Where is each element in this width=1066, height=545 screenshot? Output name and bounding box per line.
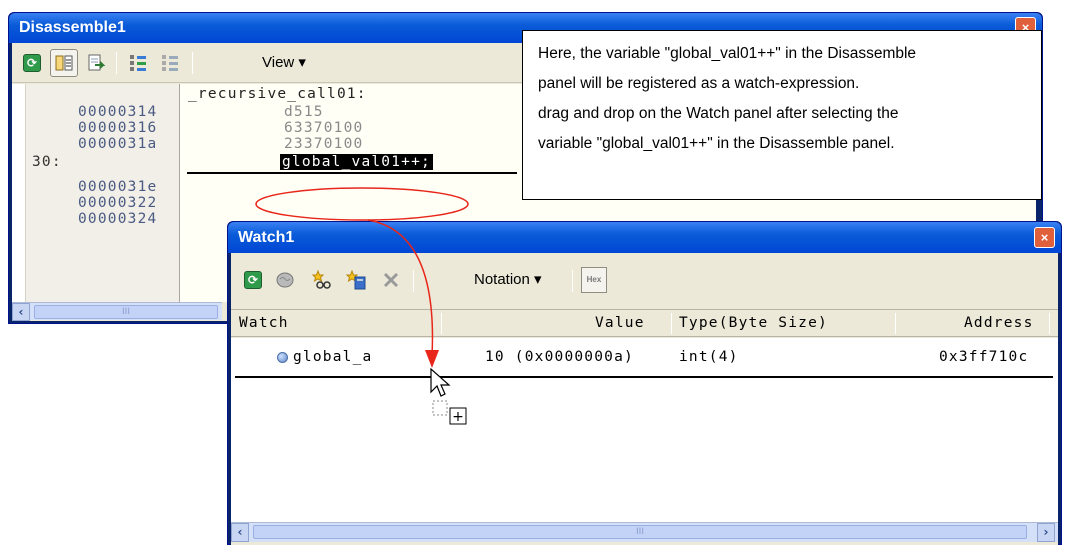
delete-icon bbox=[383, 272, 399, 288]
column-divider[interactable] bbox=[1049, 313, 1050, 334]
toolbar-separator bbox=[192, 52, 193, 74]
watch-name-cell: global_a bbox=[293, 349, 373, 365]
drag-cursor-icon bbox=[430, 368, 451, 397]
selected-expression[interactable]: global_val01++; bbox=[280, 154, 433, 170]
symbol-display-button[interactable] bbox=[50, 49, 78, 77]
watch-column-header: Watch Value Type(Byte Size) Address bbox=[231, 309, 1058, 337]
step-out-icon bbox=[162, 55, 178, 71]
refresh-button[interactable]: ⟳ bbox=[239, 266, 267, 294]
add-watch-button[interactable] bbox=[309, 266, 337, 294]
refresh-icon: ⟳ bbox=[23, 54, 41, 72]
selected-expression-tail: ; bbox=[421, 154, 431, 170]
disassemble-horizontal-scrollbar[interactable]: ‹ III bbox=[12, 302, 222, 321]
column-divider[interactable] bbox=[671, 313, 672, 334]
step-in-button[interactable] bbox=[124, 49, 152, 77]
go-to-icon bbox=[88, 54, 106, 71]
view-menu[interactable]: View ▾ bbox=[262, 53, 306, 71]
callout-line: variable "global_val01++" in the Disasse… bbox=[538, 135, 895, 152]
step-in-icon bbox=[130, 55, 146, 71]
callout-line: drag and drop on the Watch panel after s… bbox=[538, 105, 899, 122]
column-header-value[interactable]: Value bbox=[595, 315, 645, 331]
go-to-button[interactable] bbox=[82, 49, 110, 77]
opcode-cell: d515 bbox=[284, 104, 324, 120]
address-cell: 00000324 bbox=[78, 211, 158, 227]
watch-title-bar[interactable]: Watch1 × bbox=[228, 222, 1061, 253]
notation-menu[interactable]: Notation ▾ bbox=[474, 270, 542, 288]
refresh-button[interactable]: ⟳ bbox=[18, 49, 46, 77]
address-cell: 0000031a bbox=[78, 136, 158, 152]
instruction-callout: Here, the variable "global_val01++" in t… bbox=[522, 30, 1042, 200]
add-category-button[interactable] bbox=[343, 266, 371, 294]
add-category-icon bbox=[346, 269, 366, 290]
breakpoint-gutter[interactable] bbox=[12, 84, 26, 302]
hex-display-button[interactable]: Hex bbox=[581, 267, 607, 293]
function-label: _recursive_call01: bbox=[188, 86, 367, 102]
watch-horizontal-scrollbar[interactable]: ‹ III › bbox=[231, 522, 1058, 542]
column-divider[interactable] bbox=[895, 313, 896, 334]
refresh-icon: ⟳ bbox=[244, 271, 262, 289]
watch-value-cell: 10 (0x0000000a) bbox=[485, 349, 634, 365]
scroll-thumb[interactable]: III bbox=[253, 525, 1027, 539]
column-header-address[interactable]: Address bbox=[964, 315, 1034, 331]
toolbar-separator bbox=[116, 52, 117, 74]
column-header-type[interactable]: Type(Byte Size) bbox=[679, 315, 828, 331]
watch-type-cell: int(4) bbox=[679, 349, 739, 365]
brain-icon bbox=[276, 272, 294, 288]
scroll-left-button[interactable]: ‹ bbox=[231, 523, 249, 542]
source-line-number: 30: bbox=[32, 154, 62, 170]
source-line-underline bbox=[187, 172, 517, 174]
step-out-button[interactable] bbox=[156, 49, 184, 77]
opcode-cell: 23370100 bbox=[284, 136, 364, 152]
column-header-watch[interactable]: Watch bbox=[239, 315, 289, 331]
address-cell: 00000316 bbox=[78, 120, 158, 136]
scroll-right-button[interactable]: › bbox=[1037, 523, 1055, 542]
scroll-thumb[interactable]: III bbox=[34, 305, 218, 319]
callout-line: panel will be registered as a watch-expr… bbox=[538, 75, 860, 92]
global-variable-icon bbox=[277, 352, 288, 363]
watch-title: Watch1 bbox=[238, 229, 295, 246]
add-watch-icon bbox=[312, 269, 331, 289]
watch-panel: ⟳ Notation ▾ Hex Watch Value Type(Byte S… bbox=[231, 253, 1058, 545]
watch-toolbar: ⟳ Notation ▾ Hex bbox=[231, 253, 1058, 309]
address-cell: 0000031e bbox=[78, 179, 158, 195]
toolbar-separator bbox=[413, 270, 414, 292]
disassemble-title: Disassemble1 bbox=[19, 19, 126, 36]
address-cell: 00000322 bbox=[78, 195, 158, 211]
callout-line: Here, the variable "global_val01++" in t… bbox=[538, 45, 917, 62]
selected-expression-text: global_val01++ bbox=[282, 154, 422, 170]
watch-address-cell: 0x3ff710c bbox=[939, 349, 1029, 365]
watch-list[interactable]: global_a 10 (0x0000000a) int(4) 0x3ff710… bbox=[231, 338, 1058, 522]
watch-close-button[interactable]: × bbox=[1034, 227, 1055, 248]
column-divider[interactable] bbox=[441, 313, 442, 334]
delete-button[interactable] bbox=[377, 266, 405, 294]
watch-window: Watch1 × ⟳ Notation ▾ Hex Watch Value Ty… bbox=[227, 221, 1062, 545]
scroll-left-button[interactable]: ‹ bbox=[12, 303, 30, 321]
drop-plus-badge: + bbox=[452, 409, 464, 425]
drop-copy-icon: + bbox=[432, 400, 467, 425]
toolbar-separator bbox=[572, 270, 573, 292]
memory-button[interactable] bbox=[271, 266, 299, 294]
opcode-cell: 63370100 bbox=[284, 120, 364, 136]
symbol-icon bbox=[55, 55, 73, 71]
address-cell: 00000314 bbox=[78, 104, 158, 120]
drop-insertion-line bbox=[235, 376, 1053, 378]
